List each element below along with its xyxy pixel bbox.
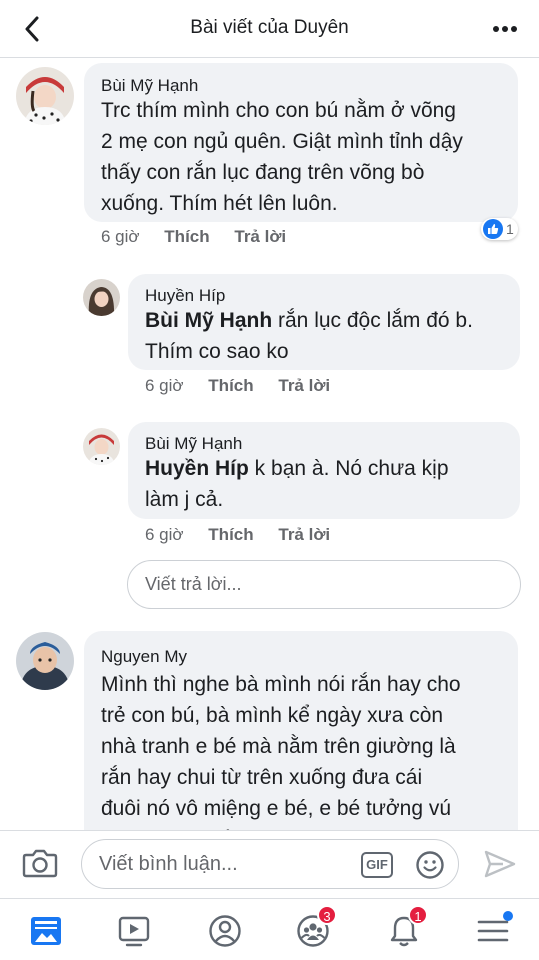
reply-button[interactable]: Trả lời	[234, 227, 286, 246]
bottom-navigation: 3 1	[0, 898, 539, 960]
like-button[interactable]: Thích	[164, 227, 209, 246]
comment-line: thấy con rắn lục đang trên võng bò	[101, 161, 425, 184]
mention-link[interactable]: Bùi Mỹ Hạnh	[145, 309, 272, 332]
comment-meta: 6 giờ Thích Trả lời	[145, 376, 350, 396]
reply-input[interactable]: Viết trả lời...	[127, 560, 521, 609]
menu-indicator-dot	[503, 911, 513, 921]
nav-profile[interactable]	[205, 911, 245, 951]
reply-button[interactable]: Trả lời	[278, 525, 330, 544]
reply-input-placeholder: Viết trả lời...	[145, 574, 242, 594]
comment-text: Mình thì nghe bà mình nói rắn hay cho tr…	[101, 669, 461, 855]
more-icon	[493, 26, 517, 32]
comment-text: Trc thím mình cho con bú nằm ở võng 2 mẹ…	[101, 95, 463, 219]
nav-watch[interactable]	[114, 911, 154, 951]
avatar[interactable]	[83, 428, 120, 465]
nav-friends[interactable]: 3	[293, 905, 337, 951]
comment-line: 2 mẹ con ngủ quên. Giật mình tỉnh dậy	[101, 130, 463, 153]
comment-line: rắn hay chui từ trên xuống đưa cái	[101, 766, 423, 789]
comment-line: Mình thì nghe bà mình nói rắn hay cho	[101, 673, 461, 696]
comment-composer: Viết bình luận... GIF	[0, 830, 539, 898]
comment-author[interactable]: Huyền Híp	[145, 286, 225, 306]
comment-text: Huyền Híp k bạn à. Nó chưa kịp làm j cả.	[145, 453, 449, 515]
comment-text: Bùi Mỹ Hạnh rắn lục độc lắm đó b. Thím c…	[145, 305, 473, 367]
page-title: Bài viết của Duyên	[190, 17, 349, 38]
like-icon	[483, 219, 503, 239]
nav-menu[interactable]	[473, 911, 513, 951]
comment-meta: 6 giờ Thích Trả lời	[101, 227, 306, 247]
comment-input-placeholder: Viết bình luận...	[99, 853, 238, 875]
comment-line: Thím co sao ko	[145, 340, 289, 363]
nav-news-feed[interactable]	[26, 911, 66, 951]
send-button[interactable]	[483, 849, 517, 884]
camera-icon	[22, 849, 58, 878]
friends-badge: 3	[317, 905, 337, 925]
reaction-count-value: 1	[506, 221, 514, 237]
comment-line: Trc thím mình cho con bú nằm ở võng	[101, 99, 456, 122]
reaction-count[interactable]: 1	[481, 218, 518, 240]
comment-author[interactable]: Bùi Mỹ Hạnh	[145, 434, 242, 454]
comment-meta: 6 giờ Thích Trả lời	[145, 525, 350, 545]
mention-link[interactable]: Huyền Híp	[145, 457, 249, 480]
comment-line: nhà tranh e bé mà nằm trên giường là	[101, 735, 456, 758]
emoji-button[interactable]	[415, 850, 445, 885]
emoji-icon	[416, 851, 444, 879]
top-bar: Bài viết của Duyên	[0, 0, 539, 58]
like-button[interactable]: Thích	[208, 376, 253, 395]
more-options-button[interactable]	[485, 14, 525, 44]
profile-icon	[209, 915, 241, 947]
comment-time: 6 giờ	[145, 525, 184, 544]
camera-button[interactable]	[22, 847, 58, 884]
comment-line: đuôi nó vô miệng e bé, e bé tưởng vú	[101, 797, 452, 820]
reply-button[interactable]: Trả lời	[278, 376, 330, 395]
comment-line: k bạn à. Nó chưa kịp	[248, 457, 449, 480]
avatar[interactable]	[83, 279, 120, 316]
comment-time: 6 giờ	[101, 227, 140, 246]
nav-notifications[interactable]: 1	[384, 905, 428, 951]
comment-line: làm j cả.	[145, 488, 224, 511]
avatar[interactable]	[16, 67, 74, 125]
notifications-badge: 1	[408, 905, 428, 925]
comment-line: xuống. Thím hét lên luôn.	[101, 192, 338, 215]
send-icon	[484, 850, 516, 878]
comment-line: rắn lục độc lắm đó b.	[272, 309, 473, 332]
comment-input[interactable]: Viết bình luận... GIF	[81, 839, 459, 889]
video-icon	[118, 916, 150, 947]
comment-author[interactable]: Nguyen My	[101, 647, 187, 667]
avatar[interactable]	[16, 632, 74, 690]
comment-line: trẻ con bú, bà mình kể ngày xưa còn	[101, 704, 444, 727]
comment-author[interactable]: Bùi Mỹ Hạnh	[101, 76, 198, 96]
like-button[interactable]: Thích	[208, 525, 253, 544]
news-feed-icon	[31, 917, 61, 945]
comment-time: 6 giờ	[145, 376, 184, 395]
gif-button[interactable]: GIF	[361, 852, 393, 878]
